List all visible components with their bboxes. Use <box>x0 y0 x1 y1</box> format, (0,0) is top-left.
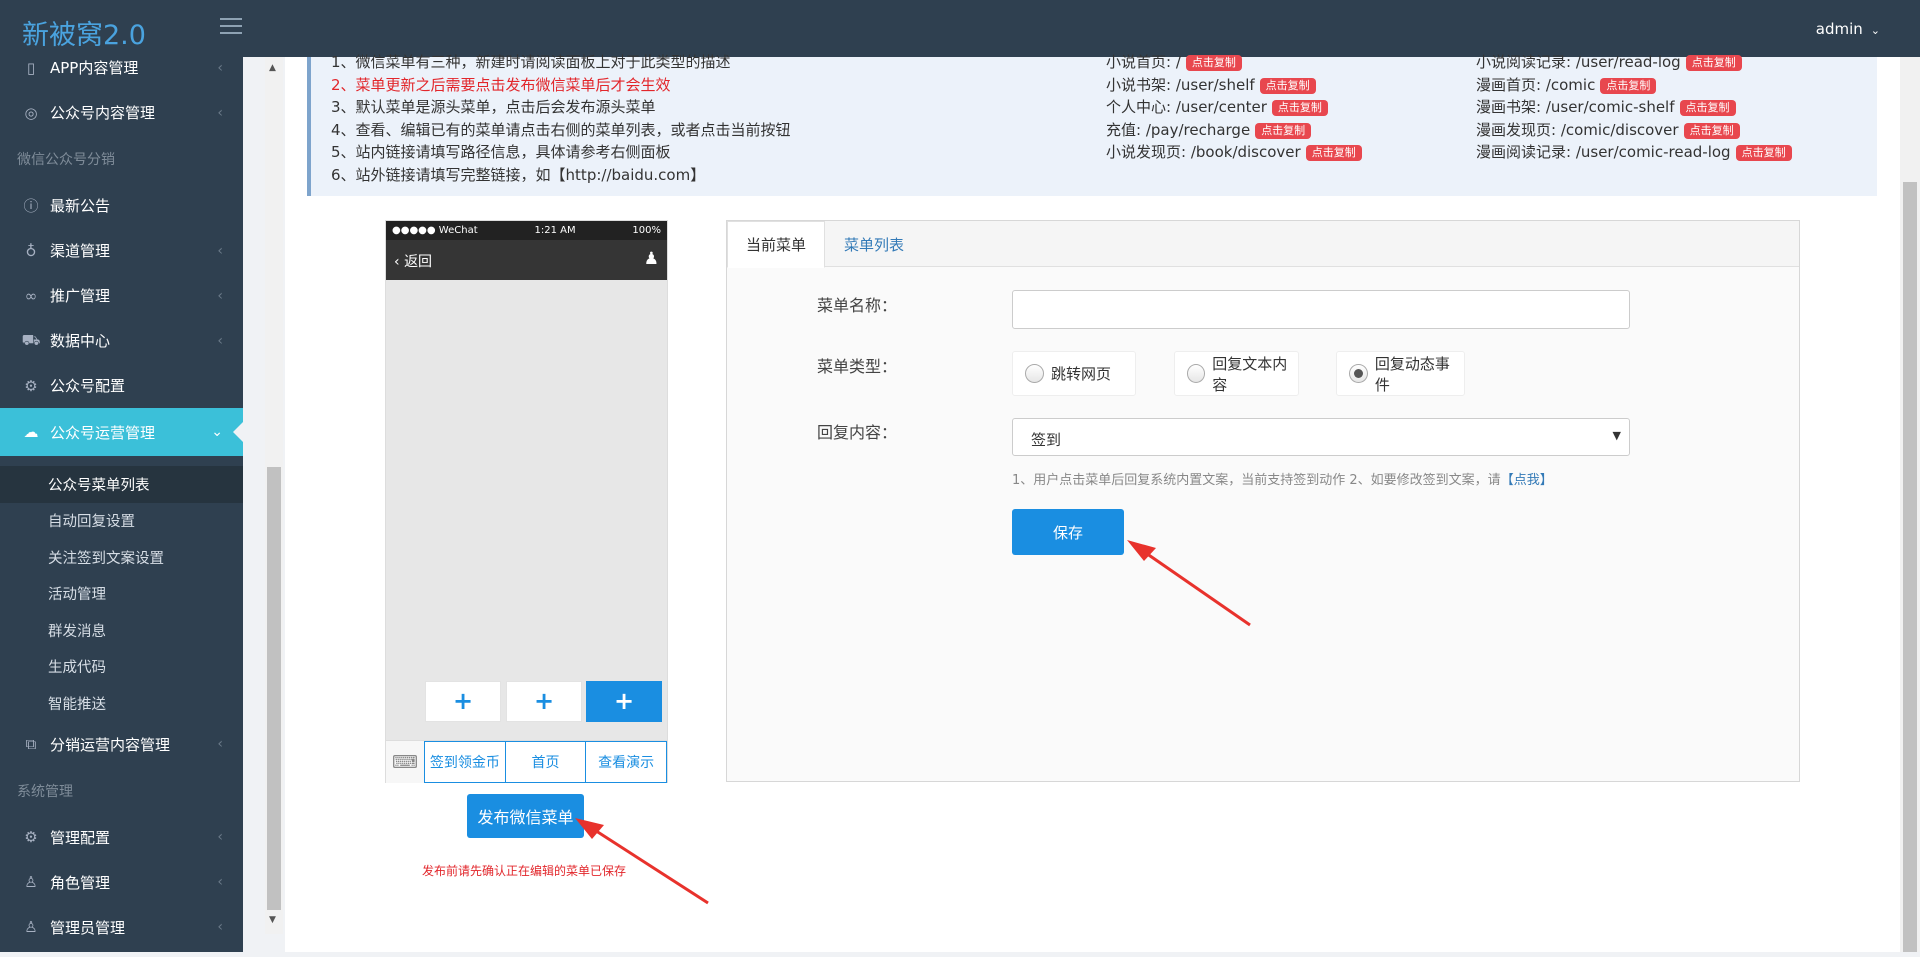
sidebar-item-admin-config[interactable]: ⚙ 管理配置 ‹ <box>0 815 243 860</box>
lightbulb-icon: ♁ <box>25 241 37 260</box>
scroll-down-icon[interactable]: ▼ <box>269 915 276 925</box>
copy-badge[interactable]: 点击复制 <box>1679 100 1736 116</box>
cart-icon: ⛟ <box>21 330 41 349</box>
menu-toggle-icon[interactable] <box>220 18 242 36</box>
sidebar-subitem-mass-message[interactable]: 群发消息 <box>0 612 243 649</box>
chevron-left-icon: ‹ <box>217 59 223 76</box>
annotation-arrow-publish <box>575 818 709 905</box>
chat-icon: ☁ <box>23 423 39 441</box>
sidebar-item-label: 分销运营内容管理 <box>50 735 171 754</box>
info-icon: ⓘ <box>23 197 39 215</box>
user-icon: ♙ <box>24 873 38 891</box>
sidebar-item-mp-content[interactable]: ◎ 公众号内容管理 ‹ <box>0 90 243 135</box>
mobile-icon: ▯ <box>26 58 36 77</box>
sidebar-item-label: 公众号配置 <box>50 377 126 395</box>
page-scrollbar[interactable] <box>1900 57 1920 952</box>
sidebar-item-label: 公众号运营管理 <box>50 423 156 442</box>
sidebar-item-label: 管理配置 <box>50 828 111 847</box>
sidebar-item-mp-config[interactable]: ⚙ 公众号配置 <box>0 363 243 408</box>
sidebar-item-channel[interactable]: ♁ 渠道管理 ‹ <box>0 228 243 273</box>
sidebar-item-label: 公众号内容管理 <box>50 104 156 122</box>
chevron-left-icon: ‹ <box>217 829 223 845</box>
compass-icon: ◎ <box>24 103 38 122</box>
sidebar-item-promotion[interactable]: ∞ 推广管理 ‹ <box>0 273 243 318</box>
sidebar-item-label: 角色管理 <box>50 873 111 892</box>
gear-icon: ⚙ <box>24 376 38 395</box>
chevron-left-icon: ‹ <box>217 287 223 304</box>
gear-icon: ⚙ <box>24 828 38 846</box>
sidebar-subitem-activity[interactable]: 活动管理 <box>0 576 243 613</box>
users-icon: ♙ <box>24 918 38 936</box>
sidebar-item-label: 渠道管理 <box>50 242 111 260</box>
copy-badge[interactable]: 点击复制 <box>1600 77 1657 94</box>
sidebar-item-mp-operations[interactable]: ☁ 公众号运营管理 ⌄ <box>0 408 243 456</box>
user-name: admin <box>1815 20 1863 38</box>
copy-badge[interactable]: 点击复制 <box>1735 145 1792 161</box>
sidebar-item-label: 最新公告 <box>50 197 111 215</box>
sidebar-item-label: APP内容管理 <box>50 59 139 77</box>
sidebar-item-label: 管理员管理 <box>50 918 126 937</box>
annotation-arrows <box>575 540 1251 905</box>
chevron-left-icon: ‹ <box>217 919 223 935</box>
scrollbar-thumb[interactable] <box>267 467 281 910</box>
annotation-arrow-save <box>1127 540 1251 627</box>
chevron-left-icon: ‹ <box>217 874 223 890</box>
sidebar-subitem-smart-push[interactable]: 智能推送 <box>0 685 243 722</box>
chevron-left-icon: ‹ <box>217 104 223 121</box>
sidebar: ▯ APP内容管理 ‹ ◎ 公众号内容管理 ‹ 微信公众号分销 ⓘ 最新公告 ♁ 渠道管理 ‹… <box>0 57 243 952</box>
caret-down-icon: ▼ <box>1612 429 1621 442</box>
scroll-up-icon[interactable]: ▲ <box>269 63 276 73</box>
sidebar-item-data-center[interactable]: ⛟ 数据中心 ‹ <box>0 318 243 363</box>
copy-badge[interactable]: 点击复制 <box>1683 122 1740 139</box>
chevron-left-icon: ‹ <box>217 332 223 349</box>
chevron-down-icon: ⌄ <box>1870 24 1880 37</box>
sidebar-item-distribution-content[interactable]: ⧉ 分销运营内容管理 ‹ <box>0 722 243 767</box>
app-logo-title[interactable]: 新被窝2.0 <box>22 13 146 52</box>
chevron-down-icon: ⌄ <box>211 424 223 440</box>
sidebar-subitem-auto-reply[interactable]: 自动回复设置 <box>0 503 243 540</box>
user-menu[interactable]: admin ⌄ <box>1816 20 1880 38</box>
sidebar-item-role[interactable]: ♙ 角色管理 ‹ <box>0 860 243 905</box>
sidebar-subitem-follow-signin[interactable]: 关注签到文案设置 <box>0 539 243 576</box>
sidebar-subitem-generate-code[interactable]: 生成代码 <box>0 649 243 686</box>
top-navbar: 新被窝2.0 admin ⌄ <box>0 0 1920 57</box>
scrollbar-thumb[interactable] <box>1903 182 1917 952</box>
sidebar-scrollbar[interactable]: ▲ ▼ <box>265 57 283 934</box>
tags-icon: ⧉ <box>25 735 37 753</box>
sidebar-item-announcement[interactable]: ⓘ 最新公告 <box>0 183 243 228</box>
link-icon: ∞ <box>24 286 38 305</box>
chevron-left-icon: ‹ <box>217 736 223 752</box>
sidebar-item-admin-user[interactable]: ♙ 管理员管理 ‹ <box>0 905 243 950</box>
sidebar-item-app-content[interactable]: ▯ APP内容管理 ‹ <box>0 57 243 90</box>
sidebar-group-header: 微信公众号分销 <box>17 152 115 168</box>
sidebar-item-label: 推广管理 <box>50 287 111 305</box>
chevron-left-icon: ‹ <box>217 242 223 259</box>
sidebar-subitem-menu-list[interactable]: 公众号菜单列表 <box>0 466 243 503</box>
copy-badge[interactable]: 点击复制 <box>1685 55 1742 71</box>
main-content: 1、微信菜单有三种，新建时请阅读面板上对于此类型的描述 2、菜单更新之后需要点击… <box>285 53 1900 952</box>
sidebar-item-label: 数据中心 <box>50 332 111 350</box>
sidebar-group-header: 系统管理 <box>17 783 73 800</box>
